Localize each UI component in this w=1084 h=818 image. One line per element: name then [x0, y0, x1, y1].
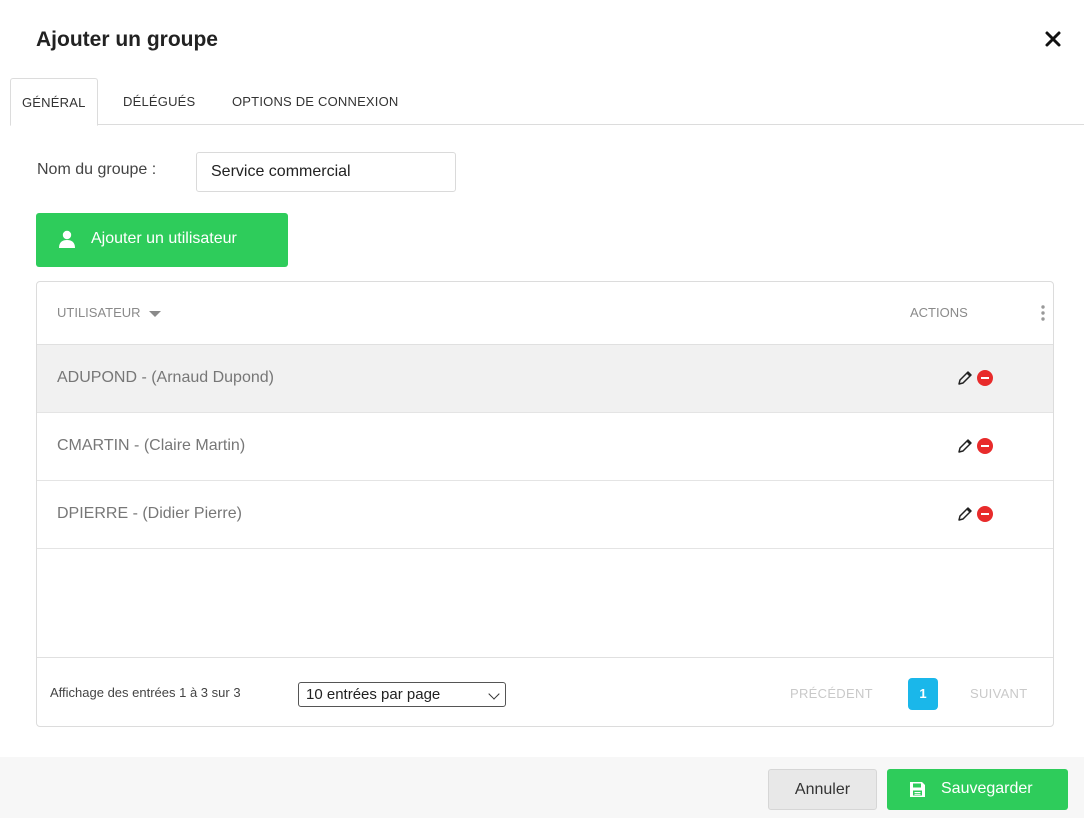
table-header: UTILISATEUR ACTIONS	[37, 282, 1053, 345]
user-icon	[59, 230, 75, 248]
table-row[interactable]: CMARTIN - (Claire Martin)	[37, 413, 1053, 481]
add-group-dialog: Ajouter un groupe GÉNÉRAL DÉLÉGUÉS OPTIO…	[0, 0, 1084, 818]
user-name: ADUPOND - (Arnaud Dupond)	[57, 369, 274, 386]
tab-general[interactable]: GÉNÉRAL	[10, 78, 98, 126]
dialog-title: Ajouter un groupe	[36, 28, 218, 51]
table-footer: Affichage des entrées 1 à 3 sur 3 10 ent…	[37, 657, 1053, 726]
next-page-button[interactable]: SUIVANT	[970, 686, 1027, 701]
table-row[interactable]: DPIERRE - (Didier Pierre)	[37, 481, 1053, 549]
sort-down-icon	[148, 310, 161, 317]
page-size-value: 10 entrées par page	[306, 686, 441, 703]
page-1-button[interactable]: 1	[908, 678, 938, 710]
edit-icon[interactable]	[956, 505, 974, 523]
users-table: UTILISATEUR ACTIONS ADUPOND - (Arnaud Du…	[36, 281, 1054, 727]
cancel-button[interactable]: Annuler	[768, 769, 877, 810]
group-name-label: Nom du groupe :	[37, 161, 157, 178]
save-label: Sauvegarder	[941, 780, 1033, 797]
dialog-header: Ajouter un groupe	[0, 0, 1084, 78]
user-name: DPIERRE - (Didier Pierre)	[57, 505, 242, 522]
add-user-button[interactable]: Ajouter un utilisateur	[36, 213, 288, 267]
close-icon[interactable]	[1044, 30, 1062, 48]
tab-bar: GÉNÉRAL DÉLÉGUÉS OPTIONS DE CONNEXION	[10, 78, 1084, 126]
column-header-user[interactable]: UTILISATEUR	[57, 305, 161, 320]
remove-icon[interactable]	[977, 438, 993, 454]
previous-page-button[interactable]: PRÉCÉDENT	[790, 686, 873, 701]
save-icon	[910, 782, 925, 797]
save-button[interactable]: Sauvegarder	[887, 769, 1068, 810]
group-name-input[interactable]	[196, 152, 456, 192]
column-header-actions: ACTIONS	[910, 305, 968, 320]
remove-icon[interactable]	[977, 370, 993, 386]
table-row[interactable]: ADUPOND - (Arnaud Dupond)	[37, 345, 1053, 413]
add-user-label: Ajouter un utilisateur	[91, 230, 237, 247]
edit-icon[interactable]	[956, 437, 974, 455]
user-name: CMARTIN - (Claire Martin)	[57, 437, 246, 454]
tab-delegates[interactable]: DÉLÉGUÉS	[123, 78, 195, 125]
remove-icon[interactable]	[977, 506, 993, 522]
edit-icon[interactable]	[956, 369, 974, 387]
column-menu-icon[interactable]	[1039, 304, 1047, 322]
column-header-user-label: UTILISATEUR	[57, 305, 141, 320]
page-size-select[interactable]: 10 entrées par page	[298, 682, 506, 707]
chevron-down-icon	[488, 688, 500, 700]
tab-connection-options[interactable]: OPTIONS DE CONNEXION	[232, 78, 399, 125]
dialog-footer: Annuler Sauvegarder	[0, 757, 1084, 818]
entries-info: Affichage des entrées 1 à 3 sur 3	[50, 685, 241, 700]
